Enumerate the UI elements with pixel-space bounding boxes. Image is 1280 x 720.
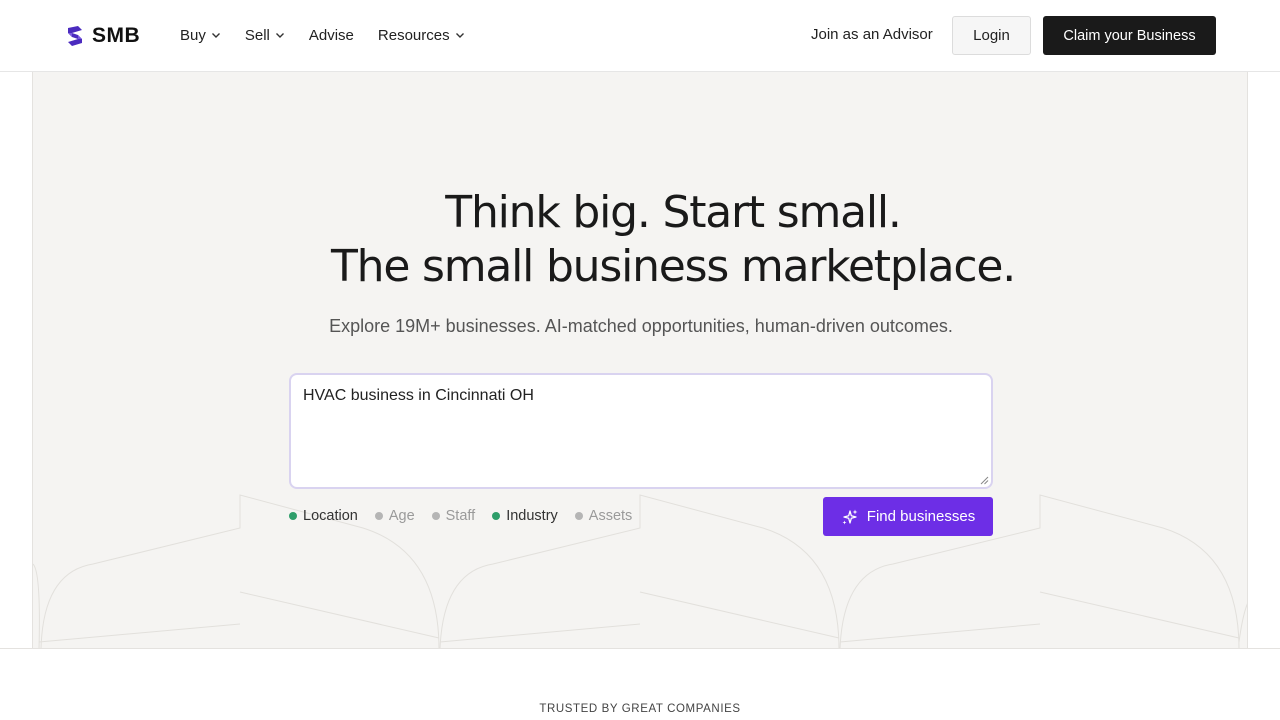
site-header: SMB Buy Sell Advise Resources Join as an… — [0, 0, 1280, 72]
join-as-advisor-link[interactable]: Join as an Advisor — [811, 24, 933, 46]
hero-section: Think big. Start small. The small busine… — [32, 72, 1248, 649]
smb-logo-icon — [68, 26, 82, 46]
chevron-down-icon — [455, 33, 464, 38]
logo-text: SMB — [92, 24, 141, 47]
unmatched-dot-icon — [574, 512, 583, 520]
criterion-staff: Staff — [431, 508, 476, 524]
trusted-by-heading: TRUSTED BY GREAT COMPANIES — [539, 703, 741, 715]
nav-advise-label: Advise — [308, 26, 354, 44]
matched-dot-icon — [289, 512, 297, 520]
criterion-label: Age — [388, 508, 415, 524]
nav-resources[interactable]: Resources — [378, 27, 465, 44]
hero-subhead: Explore 19M+ businesses. AI-matched oppo… — [329, 316, 953, 336]
criterion-location: Location — [289, 508, 358, 524]
match-criteria: Location Age Staff Industry Assets — [289, 506, 649, 526]
section-divider — [0, 648, 1280, 649]
nav-sell-label: Sell — [244, 26, 270, 44]
criterion-label: Assets — [588, 508, 633, 524]
chevron-down-icon — [211, 33, 220, 38]
criterion-industry: Industry — [492, 508, 558, 524]
hero-background-pattern — [33, 494, 1247, 649]
resize-handle-icon[interactable] — [979, 475, 989, 485]
headline-line-2: The small business marketplace. — [330, 241, 1016, 292]
nav-buy-label: Buy — [180, 26, 206, 44]
claim-business-button[interactable]: Claim your Business — [1043, 16, 1216, 55]
business-search-textarea[interactable]: HVAC business in Cincinnati OH — [289, 373, 993, 489]
nav-buy[interactable]: Buy — [180, 27, 221, 44]
matched-dot-icon — [492, 512, 501, 520]
find-businesses-button[interactable]: Find businesses — [823, 497, 993, 536]
nav-sell[interactable]: Sell — [245, 27, 285, 44]
main-nav: Buy Sell Advise Resources — [180, 24, 489, 46]
criterion-assets: Assets — [574, 508, 633, 524]
hero-headline: Think big. Start small. The small busine… — [273, 186, 1073, 294]
nav-resources-label: Resources — [377, 26, 450, 44]
login-button[interactable]: Login — [952, 16, 1031, 55]
unmatched-dot-icon — [431, 512, 440, 520]
sparkles-icon — [842, 509, 858, 524]
criterion-age: Age — [374, 508, 415, 524]
unmatched-dot-icon — [374, 512, 383, 520]
chevron-down-icon — [275, 33, 284, 38]
criterion-label: Industry — [506, 508, 558, 524]
search-value: HVAC business in Cincinnati OH — [303, 387, 534, 404]
nav-advise[interactable]: Advise — [309, 27, 354, 44]
find-businesses-label: Find businesses — [866, 508, 976, 525]
criterion-label: Location — [303, 508, 358, 524]
headline-line-1: Think big. Start small. — [445, 187, 902, 238]
smb-logo[interactable]: SMB — [64, 24, 140, 48]
criterion-label: Staff — [445, 508, 476, 524]
